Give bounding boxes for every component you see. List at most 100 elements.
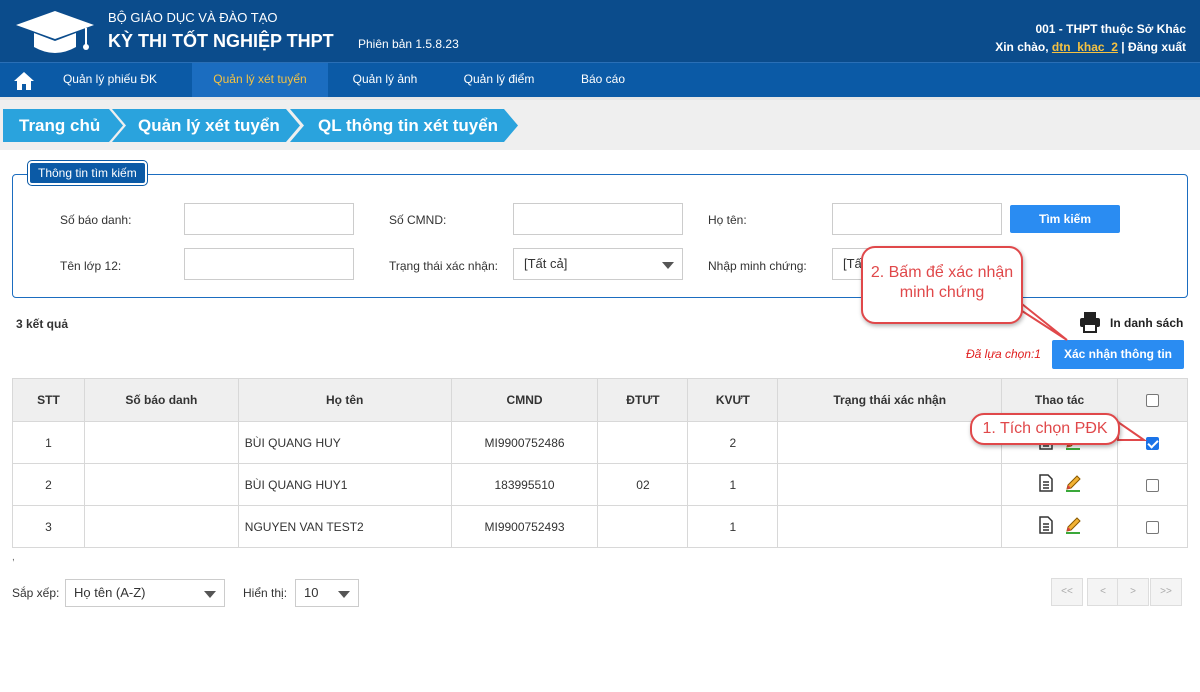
select-all-checkbox[interactable] (1146, 394, 1159, 408)
pager-next-button[interactable]: > (1117, 578, 1149, 606)
callout-step2: 2. Bấm để xác nhận minh chứng (861, 246, 1023, 324)
cmnd-input[interactable] (513, 203, 683, 235)
cell-status (777, 505, 1003, 548)
home-icon (14, 71, 34, 90)
status-select[interactable]: [Tất cả] (513, 248, 683, 280)
sbd-label: Số báo danh: (60, 213, 132, 227)
cell-sbd (83, 505, 239, 548)
col-status: Trạng thái xác nhận (777, 378, 1003, 422)
edit-pencil-icon[interactable] (1064, 516, 1082, 534)
logout-link[interactable]: Đăng xuất (1128, 40, 1186, 54)
document-icon[interactable] (1038, 516, 1054, 534)
edit-pencil-icon[interactable] (1064, 474, 1082, 492)
col-sbd: Số báo danh (83, 378, 239, 422)
chevron-down-icon (662, 262, 674, 269)
print-list-button[interactable]: In danh sách (1078, 310, 1188, 334)
col-select-all (1117, 378, 1188, 422)
evidence-label: Nhập minh chứng: (708, 259, 807, 273)
result-count: 3 kết quả (16, 317, 69, 331)
nav-item-admission[interactable]: Quản lý xét tuyển (192, 63, 328, 98)
col-cmnd: CMND (450, 378, 599, 422)
col-dtut: ĐTƯT (597, 378, 689, 422)
table-row: 2 BÙI QUANG HUY1 183995510 02 1 (12, 463, 1188, 506)
app-header: BỘ GIÁO DỤC VÀ ĐÀO TẠO KỲ THI TỐT NGHIỆP… (0, 0, 1200, 62)
chevron-down-icon (338, 591, 350, 598)
cell-select (1117, 505, 1188, 548)
cell-select (1117, 421, 1188, 464)
page-size-select[interactable]: 10 (295, 579, 359, 607)
cell-status (777, 421, 1003, 464)
cell-actions (1001, 505, 1118, 548)
pager-first-button[interactable]: << (1051, 578, 1083, 606)
cell-select (1117, 463, 1188, 506)
username-link[interactable]: dtn_khac_2 (1052, 40, 1118, 54)
name-label: Họ tên: (708, 213, 747, 227)
cell-cmnd: MI9900752486 (450, 421, 599, 464)
cell-actions (1001, 463, 1118, 506)
breadcrumb-home[interactable]: Trang chủ (3, 109, 123, 142)
cell-kvut: 1 (687, 505, 779, 548)
pager-prev-button[interactable]: < (1087, 578, 1119, 606)
cell-name: NGUYEN VAN TEST2 (237, 505, 452, 548)
sort-select-value: Họ tên (A-Z) (74, 585, 146, 600)
row-checkbox[interactable] (1146, 478, 1159, 492)
status-select-value: [Tất cả] (524, 256, 568, 271)
printer-icon (1080, 312, 1100, 333)
class-input[interactable] (184, 248, 354, 280)
col-stt: STT (12, 378, 85, 422)
name-input[interactable] (832, 203, 1002, 235)
separator: | (1121, 40, 1125, 54)
cell-cmnd: 183995510 (450, 463, 599, 506)
cell-kvut: 1 (687, 463, 779, 506)
print-label: In danh sách (1110, 316, 1184, 330)
selected-count: Đã lựa chọn:1 (966, 347, 1041, 361)
search-legend: Thông tin tìm kiếm (27, 160, 148, 186)
nav-item-scores[interactable]: Quản lý điểm (442, 63, 556, 98)
cell-name: BÙI QUANG HUY1 (237, 463, 452, 506)
cell-kvut: 2 (687, 421, 779, 464)
nav-item-photos[interactable]: Quản lý ảnh (332, 63, 438, 98)
stray-mark: , (12, 552, 15, 563)
cell-stt: 1 (12, 421, 85, 464)
breadcrumb: Trang chủ Quản lý xét tuyển QL thông tin… (0, 100, 1200, 150)
confirm-info-button[interactable]: Xác nhận thông tin (1052, 340, 1184, 369)
cell-stt: 3 (12, 505, 85, 548)
pager-last-button[interactable]: >> (1150, 578, 1182, 606)
row-checkbox[interactable] (1146, 520, 1159, 534)
cell-cmnd: MI9900752493 (450, 505, 599, 548)
callout-step1: 1. Tích chọn PĐK (970, 413, 1120, 445)
cmnd-label: Số CMND: (389, 213, 447, 227)
breadcrumb-current: QL thông tin xét tuyển (290, 109, 518, 142)
greeting-text: Xin chào, (995, 40, 1049, 54)
cell-status (777, 463, 1003, 506)
home-button[interactable] (0, 63, 48, 98)
cell-dtut: 02 (597, 463, 689, 506)
class-label: Tên lớp 12: (60, 259, 122, 273)
row-checkbox[interactable] (1146, 436, 1159, 450)
cell-dtut (597, 421, 689, 464)
version-label: Phiên bản 1.5.8.23 (358, 37, 459, 51)
sort-select[interactable]: Họ tên (A-Z) (65, 579, 225, 607)
page-size-label: Hiển thị: (243, 586, 288, 600)
cell-dtut (597, 505, 689, 548)
nav-item-registration[interactable]: Quản lý phiếu ĐK (48, 63, 172, 98)
search-button[interactable]: Tìm kiếm (1010, 205, 1120, 233)
breadcrumb-admission[interactable]: Quản lý xét tuyển (112, 109, 300, 142)
page-size-value: 10 (304, 585, 319, 600)
status-label: Trạng thái xác nhận: (389, 259, 498, 273)
user-greeting: Xin chào, dtn_khac_2 | Đăng xuất (995, 40, 1186, 54)
nav-item-reports[interactable]: Báo cáo (560, 63, 646, 98)
document-icon[interactable] (1038, 474, 1054, 492)
cell-sbd (83, 421, 239, 464)
exam-title: KỲ THI TỐT NGHIỆP THPT (108, 31, 334, 51)
org-name: BỘ GIÁO DỤC VÀ ĐÀO TẠO (108, 10, 278, 25)
sbd-input[interactable] (184, 203, 354, 235)
sort-label: Sắp xếp: (12, 586, 60, 600)
school-name: 001 - THPT thuộc Sở Khác (1035, 22, 1186, 36)
evidence-select-value: [Tấ (843, 256, 862, 271)
table-row: 3 NGUYEN VAN TEST2 MI9900752493 1 (12, 505, 1188, 548)
cell-stt: 2 (12, 463, 85, 506)
col-kvut: KVƯT (687, 378, 779, 422)
col-name: Họ tên (237, 378, 452, 422)
results-table: STT Số báo danh Họ tên CMND ĐTƯT KVƯT Tr… (12, 378, 1188, 548)
